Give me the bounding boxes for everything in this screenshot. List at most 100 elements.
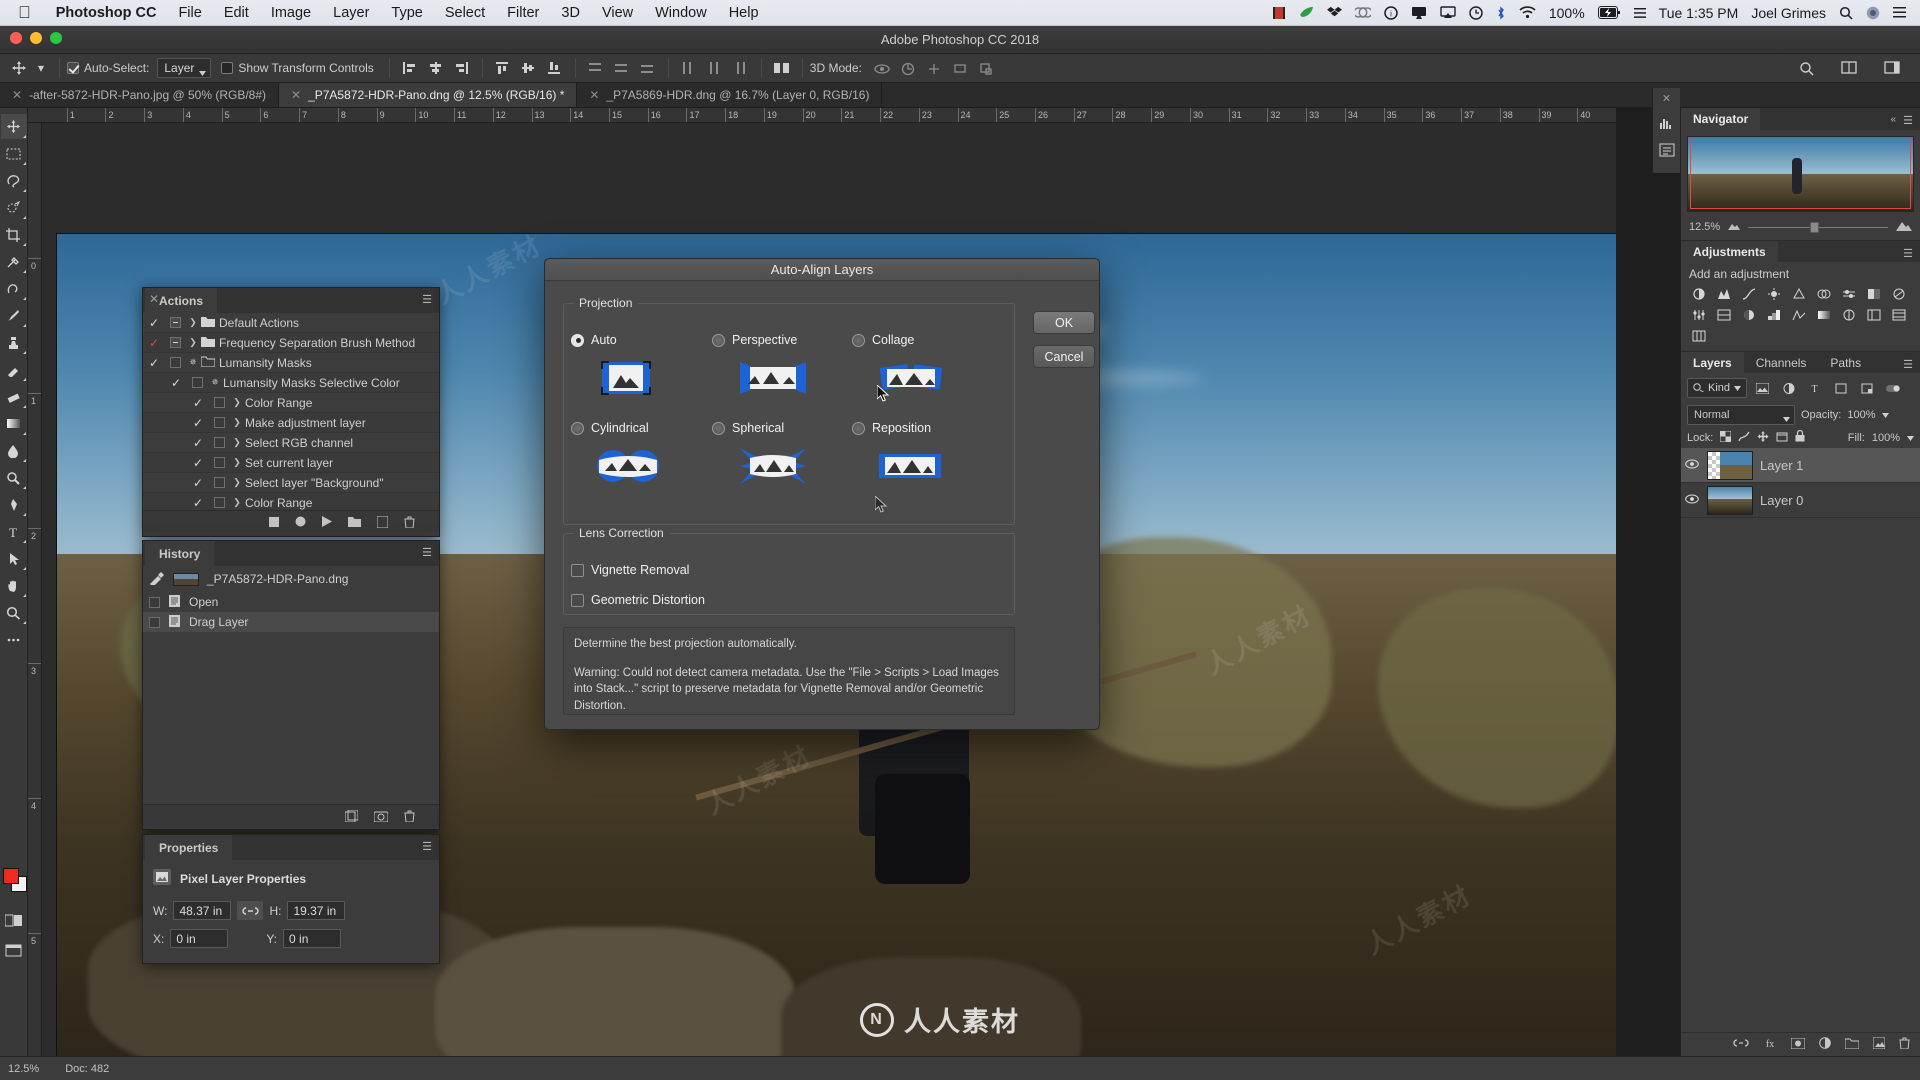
menu-item-image[interactable]: Image — [260, 5, 322, 21]
search-icon[interactable] — [1794, 57, 1818, 79]
history-brush-icon[interactable] — [1, 357, 27, 382]
actions-list[interactable]: ✓ ❯ Default Actions ✓ ❯ Frequency Separa… — [143, 313, 439, 510]
minimize-window-button[interactable] — [30, 32, 42, 44]
screen-mode-icon[interactable] — [1, 938, 27, 963]
user-name-label[interactable]: Joel Grimes — [1751, 5, 1826, 21]
action-dialog-toggle[interactable] — [209, 497, 229, 508]
chevron-right-icon[interactable]: ❯ — [229, 477, 245, 488]
tab-channels[interactable]: Channels — [1744, 352, 1819, 374]
chevron-down-icon[interactable] — [1881, 409, 1889, 421]
eye-icon[interactable] — [1684, 494, 1700, 507]
action-enabled-check[interactable]: ✓ — [187, 396, 209, 410]
new-snapshot-icon[interactable] — [374, 810, 388, 822]
action-enabled-check[interactable]: ✓ — [165, 376, 187, 390]
menu-item-help[interactable]: Help — [718, 5, 770, 21]
menu-item-filter[interactable]: Filter — [496, 5, 550, 21]
crop-icon[interactable] — [1, 222, 27, 247]
auto-align-layers-dialog[interactable]: Auto-Align Layers Projection Auto Perspe… — [544, 258, 1100, 730]
projection-option-cylindrical[interactable]: Cylindrical — [571, 421, 649, 435]
tab-properties[interactable]: Properties — [145, 835, 233, 860]
lock-position-icon[interactable] — [1757, 430, 1769, 445]
chevron-right-icon[interactable]: ❯ — [229, 497, 245, 508]
chevron-right-icon[interactable]: ❯ — [185, 317, 201, 328]
projection-option-reposition[interactable]: Reposition — [852, 421, 931, 435]
play-icon[interactable] — [322, 516, 332, 527]
panel-menu-icon[interactable]: ☰ — [422, 842, 432, 853]
close-icon[interactable]: ✕ — [12, 88, 22, 102]
delete-icon[interactable] — [404, 810, 415, 822]
spot-healing-brush-icon[interactable] — [1, 276, 27, 301]
tab-adjustments[interactable]: Adjustments — [1681, 240, 1778, 263]
menu-app-name[interactable]: Photoshop CC — [45, 5, 168, 21]
eraser-icon[interactable] — [1, 384, 27, 409]
foreground-color-swatch[interactable] — [3, 868, 19, 884]
layer-thumbnail[interactable] — [1707, 450, 1753, 480]
panel-menu-icon[interactable]: ☰ — [1903, 358, 1913, 371]
history-panel[interactable]: History ☰ _P7A5872-HDR-Pano.dng Open Dra… — [142, 540, 440, 830]
action-dialog-toggle[interactable] — [209, 457, 229, 468]
history-row[interactable]: Drag Layer — [143, 612, 439, 632]
action-dialog-toggle[interactable] — [165, 317, 185, 328]
cancel-button[interactable]: Cancel — [1033, 345, 1095, 368]
action-enabled-check[interactable]: ✓ — [187, 476, 209, 490]
levels-icon[interactable] — [1712, 284, 1735, 303]
link-icon[interactable] — [237, 901, 264, 920]
navigator-view-box[interactable] — [1690, 139, 1911, 209]
battery-charging-icon[interactable] — [1597, 6, 1621, 19]
close-icon[interactable]: ✕ — [149, 292, 159, 306]
actions-row[interactable]: ✓ ❯ Select RGB channel — [143, 433, 439, 453]
threshold-icon[interactable] — [1787, 305, 1810, 324]
tab-paths[interactable]: Paths — [1818, 352, 1873, 374]
action-dialog-toggle[interactable] — [209, 437, 229, 448]
action-enabled-check[interactable]: ✓ — [187, 416, 209, 430]
actions-row[interactable]: ✓ ❯ Select layer "Background" — [143, 473, 439, 493]
type-tool-icon[interactable]: T — [1, 519, 27, 544]
menu-item-view[interactable]: View — [591, 5, 644, 21]
clock-label[interactable]: Tue 1:35 PM — [1659, 5, 1739, 21]
history-snapshot-box[interactable] — [149, 596, 160, 608]
color-balance-icon[interactable] — [1837, 284, 1860, 303]
action-dialog-toggle[interactable] — [209, 397, 229, 408]
maximize-window-button[interactable] — [50, 32, 62, 44]
fill-value[interactable]: 100% — [1872, 432, 1900, 444]
align-left-edges-icon[interactable] — [398, 57, 422, 79]
actions-row[interactable]: ✓ ✵ Lumansity Masks Selective Color — [143, 373, 439, 393]
bars-icon[interactable] — [1687, 326, 1710, 345]
dropbox-icon[interactable] — [1326, 6, 1342, 20]
bluetooth-icon[interactable] — [1496, 5, 1506, 20]
chevron-right-icon[interactable]: ❯ — [185, 337, 201, 348]
lock-transparency-icon[interactable] — [1719, 430, 1732, 445]
new-adjustment-icon[interactable] — [1819, 1037, 1831, 1052]
perspective-projection-thumb[interactable] — [738, 358, 806, 398]
quick-mask-icon[interactable] — [1, 908, 27, 933]
align-vertical-centers-icon[interactable] — [517, 57, 541, 79]
actions-row[interactable]: ✓ ❯ Set current layer — [143, 453, 439, 473]
lock-all-icon[interactable] — [1795, 429, 1805, 445]
film-icon[interactable] — [1272, 6, 1286, 20]
new-set-icon[interactable] — [348, 516, 361, 527]
action-enabled-check[interactable]: ✓ — [187, 456, 209, 470]
height-input[interactable]: 19.37 in — [287, 901, 346, 920]
hue-saturation-icon[interactable] — [1812, 284, 1835, 303]
gradient-icon[interactable] — [1, 411, 27, 436]
radio-perspective[interactable] — [712, 333, 725, 347]
more-tools-icon[interactable] — [1, 627, 27, 652]
vignette-removal-checkbox[interactable] — [571, 563, 584, 577]
action-dialog-toggle[interactable] — [187, 377, 207, 388]
actions-row[interactable]: ✓ ❯ Frequency Separation Brush Method — [143, 333, 439, 353]
actions-row[interactable]: ✓ ❯ Default Actions — [143, 313, 439, 333]
distribute-spacing-icon[interactable] — [770, 57, 794, 79]
action-dialog-toggle[interactable] — [165, 357, 185, 368]
layer-row[interactable]: Layer 1 — [1681, 448, 1920, 483]
chevron-down-icon[interactable]: ▾ — [30, 57, 52, 79]
chevron-right-icon[interactable]: ❯ — [229, 437, 245, 448]
gradient-map-icon[interactable] — [1812, 305, 1835, 324]
close-window-button[interactable] — [10, 32, 22, 44]
lock-image-icon[interactable] — [1738, 431, 1750, 445]
history-snapshot-box[interactable] — [149, 616, 160, 628]
panel-menu-icon[interactable]: ☰ — [1903, 114, 1913, 127]
distribute-vertical-center-icon[interactable] — [610, 57, 634, 79]
action-enabled-check[interactable]: ✓ — [187, 496, 209, 510]
close-icon[interactable]: ✕ — [291, 88, 301, 102]
horizontal-ruler[interactable]: 1 2 3 4 5 6 7 8 9 10 11 12 13 14 15 16 17 18 19 20 21 22 23 24 2… — [28, 108, 1616, 123]
